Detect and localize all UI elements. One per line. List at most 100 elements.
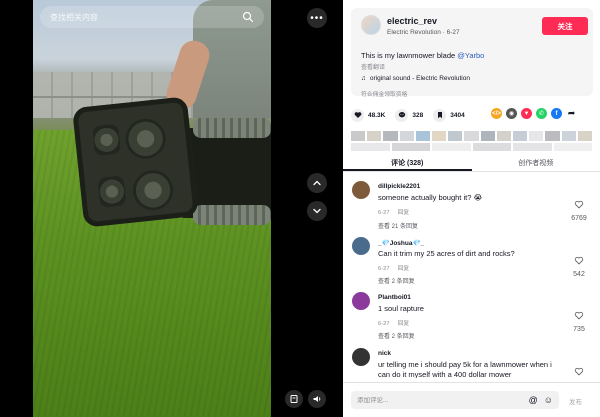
comment-meta: 6-27 回复	[378, 318, 409, 327]
comment-icon-wrap	[395, 108, 409, 122]
view-replies-link[interactable]: 查看 2 条回复	[378, 276, 415, 285]
save-count: 3404	[450, 111, 465, 119]
comment-input[interactable]	[357, 396, 529, 404]
author-name[interactable]: electric_rev	[387, 16, 437, 26]
like-button[interactable]: 48.3K	[351, 108, 386, 122]
tab-creator-videos[interactable]: 创作者视频	[472, 154, 600, 171]
comment-text: Can it trim my 25 acres of dirt and rock…	[378, 249, 515, 258]
comment-like-button[interactable]: 735	[568, 307, 590, 333]
volume-button[interactable]	[308, 390, 326, 408]
translate-link[interactable]: 查看翻译	[361, 62, 385, 71]
video-tread-top	[193, 118, 271, 138]
comment-like-button[interactable]: 6769	[568, 196, 590, 222]
blade-mount	[97, 175, 127, 208]
description-text: This is my lawnmower blade	[361, 51, 458, 60]
view-replies-link[interactable]: 查看 2 条回复	[378, 331, 415, 340]
report-icon	[290, 395, 298, 403]
sound-name: original sound - Electric Revolution	[369, 75, 470, 82]
search-icon[interactable]	[242, 11, 254, 23]
report-button[interactable]	[285, 390, 303, 408]
copy-link-bar-row2	[351, 143, 592, 151]
chevron-up-icon	[313, 180, 321, 186]
comment-input-box[interactable]: @ ☺	[351, 391, 559, 409]
like-icon-wrap	[351, 108, 364, 122]
video-search-box[interactable]	[40, 6, 264, 28]
panel-tabs: 评论 (328) 创作者视频	[343, 154, 600, 172]
video-mower-blade-plate	[72, 96, 199, 228]
mention-icon[interactable]: @	[529, 395, 538, 405]
comment-text: someone actually bought it? 😭	[378, 193, 483, 202]
follow-button[interactable]: 关注	[542, 17, 588, 35]
comment-like-count: 542	[573, 271, 585, 278]
author-subtitle: Electric Revolution · 6-27	[387, 29, 460, 36]
repost-icon[interactable]: ▼	[521, 108, 532, 119]
app-root: ••• electric_r	[0, 0, 600, 417]
video-description: This is my lawnmower blade @Yarbo	[361, 51, 484, 60]
video-player[interactable]	[33, 0, 271, 417]
post-comment-button[interactable]: 发布	[569, 396, 582, 406]
volume-icon	[313, 396, 321, 402]
more-icon: •••	[310, 12, 324, 24]
comment-meta: 6-27 回复	[378, 207, 409, 216]
video-area: •••	[0, 0, 343, 417]
comment-button[interactable]: 328	[395, 108, 424, 122]
comment-icon	[398, 112, 406, 118]
comment-meta: 6-27 回复	[378, 263, 409, 272]
music-note-icon: ♫	[361, 75, 366, 82]
comment-date: 6-27	[378, 266, 390, 272]
video-search-input[interactable]	[50, 12, 242, 22]
avatar[interactable]	[352, 181, 370, 199]
blade-mount	[92, 123, 122, 157]
comment-like-button[interactable]: 47	[568, 363, 590, 378]
heart-icon	[354, 112, 361, 119]
comment-like-count: 735	[573, 326, 585, 333]
reply-button[interactable]: 回复	[398, 266, 410, 272]
chevron-down-icon	[313, 208, 321, 214]
comment-username[interactable]: Plantboi01	[378, 294, 411, 301]
heart-outline-icon	[574, 311, 584, 320]
heart-outline-icon	[574, 367, 584, 376]
comment-date: 6-27	[378, 210, 390, 216]
share-arrow-icon[interactable]: ➦	[566, 108, 577, 119]
facebook-icon[interactable]: f	[551, 108, 562, 119]
comment-text: ur telling me i should pay 5k for a lawn…	[378, 360, 552, 378]
view-replies-link[interactable]: 查看 21 条回复	[378, 221, 418, 230]
comment-count: 328	[412, 111, 424, 119]
comment-text: 1 soul rapture	[378, 304, 424, 313]
video-tread-bottom	[193, 205, 271, 225]
share-row: </> ◉ ▼ ✆ f ➦	[491, 108, 577, 119]
comment-username[interactable]: _💎Joshua💎_	[378, 239, 424, 247]
save-button[interactable]: 3404	[433, 108, 465, 122]
avatar[interactable]	[352, 348, 370, 366]
emoji-icon[interactable]: ☺	[544, 395, 553, 405]
save-icon-wrap	[433, 108, 447, 122]
reply-button[interactable]: 回复	[398, 321, 410, 327]
author-avatar[interactable]	[361, 15, 381, 35]
comment-date: 6-27	[378, 321, 390, 327]
mention-link[interactable]: @Yarbo	[457, 51, 484, 60]
avatar[interactable]	[352, 237, 370, 255]
whatsapp-icon[interactable]: ✆	[536, 108, 547, 119]
next-video-button[interactable]	[307, 201, 327, 221]
avatar[interactable]	[352, 292, 370, 310]
details-panel: electric_rev Electric Revolution · 6-27 …	[343, 0, 600, 417]
reply-button[interactable]: 回复	[398, 210, 410, 216]
sound-link[interactable]: ♫ original sound - Electric Revolution	[361, 75, 470, 82]
tab-comments[interactable]: 评论 (328)	[343, 154, 472, 171]
embed-icon[interactable]: </>	[491, 108, 502, 119]
commission-eligible-label: 符合佣金领取资格	[361, 92, 408, 98]
blade-disc	[131, 168, 176, 213]
comment-like-button[interactable]: 542	[568, 252, 590, 278]
like-count: 48.3K	[368, 111, 386, 119]
comment-username[interactable]: dillpickle2201	[378, 183, 420, 190]
more-options-button[interactable]: •••	[307, 8, 327, 28]
bookmark-icon	[437, 111, 442, 119]
comment-username[interactable]: nick	[378, 350, 391, 357]
previous-video-button[interactable]	[307, 173, 327, 193]
author-card: electric_rev Electric Revolution · 6-27 …	[351, 8, 593, 98]
heart-outline-icon	[574, 256, 584, 265]
comment-composer: @ ☺ 发布	[343, 382, 600, 417]
copy-link-bar[interactable]	[351, 131, 593, 141]
blade-disc	[123, 116, 168, 161]
friends-icon[interactable]: ◉	[506, 108, 517, 119]
